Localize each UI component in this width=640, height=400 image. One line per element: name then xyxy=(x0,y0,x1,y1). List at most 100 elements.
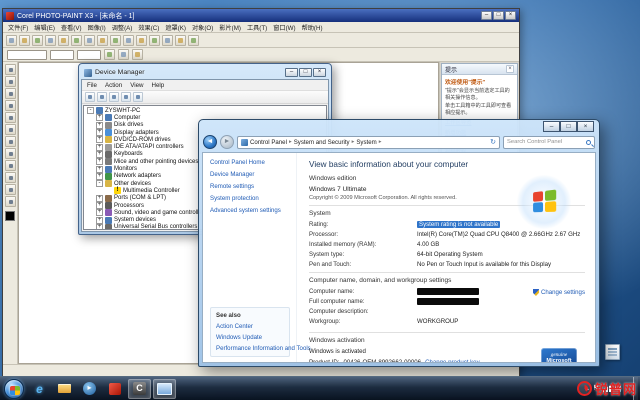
tree-toggle[interactable]: + xyxy=(96,129,103,136)
import-icon[interactable] xyxy=(123,35,134,46)
menu-item[interactable]: View xyxy=(130,82,143,89)
tree-toggle[interactable]: + xyxy=(96,173,103,180)
paper-size-dropdown[interactable] xyxy=(7,50,47,60)
save-icon[interactable] xyxy=(32,35,43,46)
breadcrumb[interactable]: Control Panel System and Security System xyxy=(237,136,500,149)
mask-lasso-tool-icon[interactable] xyxy=(5,88,16,99)
tree-toggle[interactable]: - xyxy=(96,180,103,187)
height-input[interactable] xyxy=(77,50,101,60)
device-tree-item[interactable]: - ZYSWHT-PC xyxy=(85,107,326,114)
new-icon[interactable] xyxy=(6,35,17,46)
caption-button[interactable]: □ xyxy=(560,121,577,132)
paste-icon[interactable] xyxy=(84,35,95,46)
search-input[interactable] xyxy=(507,139,584,145)
paint-tool-icon[interactable] xyxy=(5,160,16,171)
app-launcher-icon[interactable] xyxy=(175,35,186,46)
caption-button[interactable]: – xyxy=(285,68,298,77)
caption-button[interactable]: □ xyxy=(299,68,312,77)
redo-icon[interactable] xyxy=(110,35,121,46)
width-input[interactable] xyxy=(50,50,74,60)
tree-toggle[interactable]: + xyxy=(96,114,103,121)
options-icon[interactable] xyxy=(162,35,173,46)
landscape-icon[interactable] xyxy=(104,49,115,60)
console-icon[interactable] xyxy=(85,92,95,102)
eraser-tool-icon[interactable] xyxy=(5,136,16,147)
device-manager-titlebar[interactable]: Device Manager –□× xyxy=(81,66,329,79)
pick-tool-icon[interactable] xyxy=(5,64,16,75)
tree-toggle[interactable]: + xyxy=(96,224,103,230)
caption-button[interactable]: × xyxy=(313,68,326,77)
change-settings-link[interactable]: Change settings xyxy=(533,289,585,296)
red-app-icon[interactable] xyxy=(103,379,126,399)
export-icon[interactable] xyxy=(136,35,147,46)
tree-toggle[interactable]: + xyxy=(96,122,103,129)
menu-item[interactable]: 调整(A) xyxy=(112,23,133,32)
scan-hardware-icon[interactable] xyxy=(121,92,131,102)
zoom-icon[interactable] xyxy=(149,35,160,46)
search-box[interactable] xyxy=(503,136,595,149)
forward-button[interactable]: ► xyxy=(220,135,234,149)
see-also-item[interactable]: Windows Update xyxy=(216,334,284,341)
change-product-key-link[interactable]: Change product key xyxy=(425,359,480,362)
caption-button[interactable]: × xyxy=(577,121,594,132)
units-icon[interactable] xyxy=(132,49,143,60)
sidebar-item[interactable]: Advanced system settings xyxy=(210,207,290,214)
back-button[interactable]: ◄ xyxy=(203,135,217,149)
breadcrumb-item[interactable]: System and Security xyxy=(293,139,351,146)
tree-toggle[interactable]: + xyxy=(96,166,103,173)
system-window-icon[interactable] xyxy=(153,379,176,399)
explorer-icon[interactable] xyxy=(53,379,76,399)
crop-tool-icon[interactable] xyxy=(5,100,16,111)
text-tool-icon[interactable] xyxy=(5,148,16,159)
cut-icon[interactable] xyxy=(58,35,69,46)
see-also-item[interactable]: Action Center xyxy=(216,323,284,330)
tree-toggle[interactable]: - xyxy=(87,107,94,114)
refresh-icon[interactable] xyxy=(490,139,496,146)
effect-tool-icon[interactable] xyxy=(5,172,16,183)
properties-icon[interactable] xyxy=(133,92,143,102)
tree-toggle[interactable]: + xyxy=(96,202,103,209)
copy-icon[interactable] xyxy=(71,35,82,46)
system-control-panel-window[interactable]: –□× ◄ ► Control Panel System and Security… xyxy=(198,119,600,367)
media-player-icon[interactable] xyxy=(78,379,101,399)
export-icon[interactable] xyxy=(97,92,107,102)
menu-item[interactable]: 工具(T) xyxy=(247,23,267,32)
tree-toggle[interactable]: + xyxy=(96,151,103,158)
tree-toggle[interactable]: + xyxy=(96,158,103,165)
caption-button[interactable]: – xyxy=(481,11,492,20)
fill-tool-icon[interactable] xyxy=(5,184,16,195)
help-icon[interactable] xyxy=(109,92,119,102)
menu-item[interactable]: Help xyxy=(152,82,165,89)
tree-toggle[interactable]: + xyxy=(96,209,103,216)
docker-close-icon[interactable] xyxy=(506,65,514,73)
system-titlebar[interactable]: –□× xyxy=(202,123,596,135)
menu-item[interactable]: 编辑(E) xyxy=(34,23,55,32)
menu-item[interactable]: 查看(V) xyxy=(61,23,82,32)
ie-icon[interactable] xyxy=(28,379,51,399)
menu-item[interactable]: 影片(M) xyxy=(219,23,241,32)
zoom-tool-icon[interactable] xyxy=(5,112,16,123)
caption-button[interactable]: × xyxy=(505,11,516,20)
print-icon[interactable] xyxy=(45,35,56,46)
breadcrumb-item[interactable]: System xyxy=(355,139,377,146)
portrait-icon[interactable] xyxy=(118,49,129,60)
mask-rect-tool-icon[interactable] xyxy=(5,76,16,87)
menu-item[interactable]: 遮罩(K) xyxy=(165,23,186,32)
breadcrumb-item[interactable]: Control Panel xyxy=(249,139,288,146)
start-button[interactable] xyxy=(4,379,24,399)
desktop-shortcut-icon[interactable] xyxy=(605,344,620,360)
menu-item[interactable]: 对象(O) xyxy=(192,23,213,32)
tree-toggle[interactable]: + xyxy=(96,136,103,143)
caption-button[interactable]: – xyxy=(543,121,560,132)
corel-icon[interactable] xyxy=(128,379,151,399)
tree-toggle[interactable]: + xyxy=(96,217,103,224)
undo-icon[interactable] xyxy=(97,35,108,46)
tree-toggle[interactable]: + xyxy=(96,195,103,202)
corel-titlebar[interactable]: Corel PHOTO-PAINT X3 - [未命名 - 1] –□× xyxy=(3,9,519,22)
shape-tool-icon[interactable] xyxy=(5,196,16,207)
see-also-item[interactable]: Performance Information and Tools xyxy=(216,345,284,352)
menu-item[interactable]: 图像(I) xyxy=(88,23,106,32)
help-icon[interactable] xyxy=(188,35,199,46)
caption-button[interactable]: □ xyxy=(493,11,504,20)
menu-item[interactable]: 文件(F) xyxy=(8,23,28,32)
